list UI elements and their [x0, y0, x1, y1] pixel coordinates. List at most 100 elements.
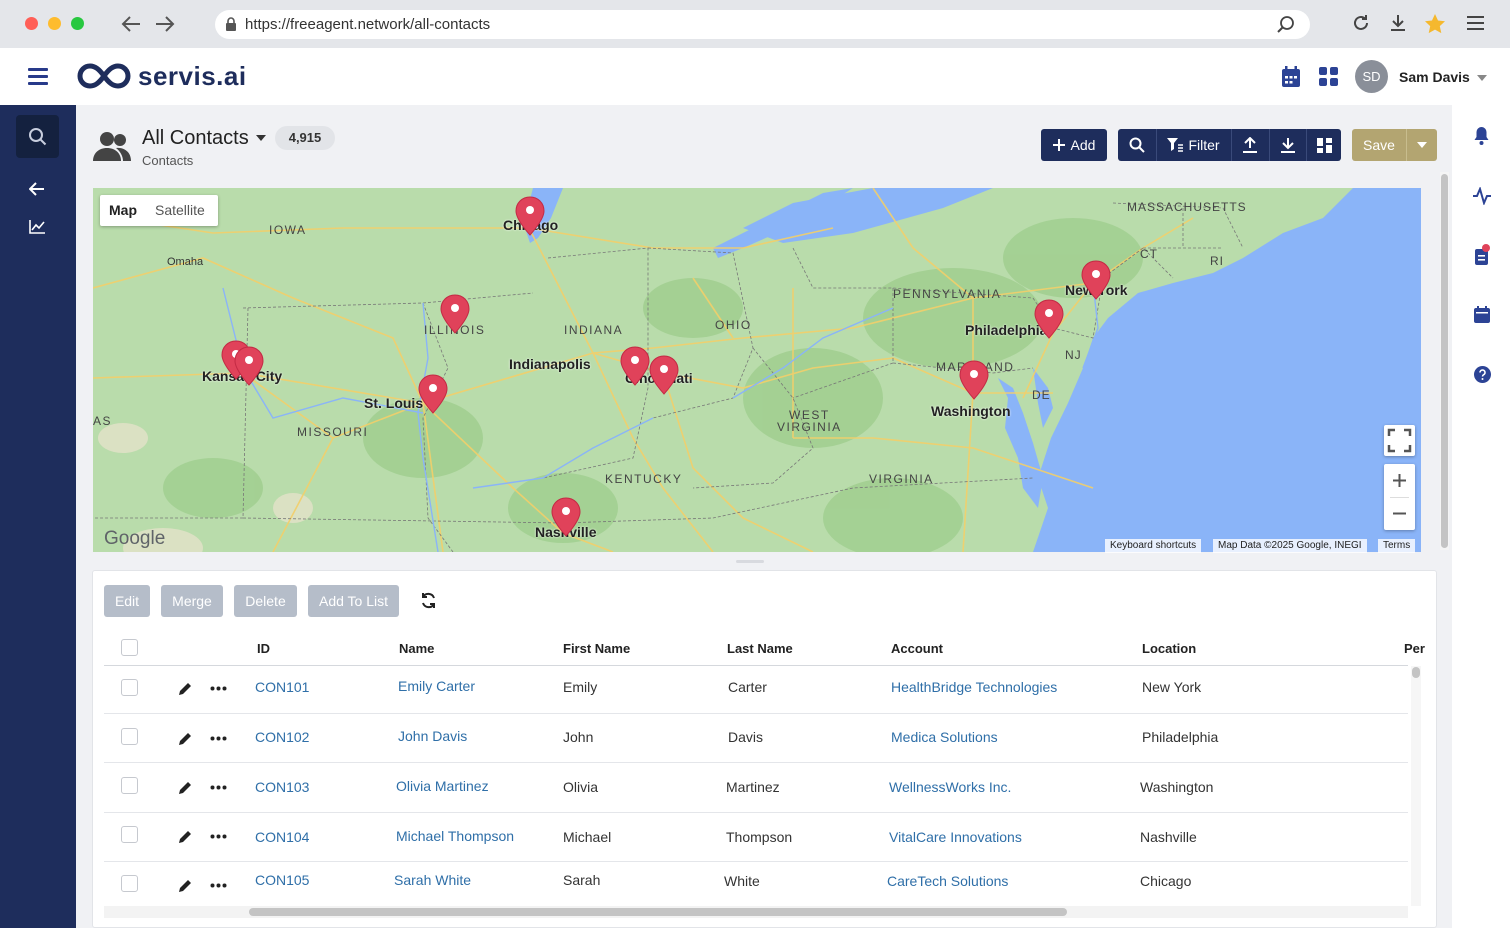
merge-button[interactable]: Merge: [161, 585, 223, 617]
browser-menu-icon[interactable]: [1467, 16, 1484, 30]
search-page-icon[interactable]: [1276, 15, 1296, 35]
resize-handle[interactable]: [736, 560, 764, 563]
refresh-icon[interactable]: [420, 592, 437, 609]
map-terms-link[interactable]: Terms: [1378, 539, 1416, 553]
column-header-per[interactable]: Per: [1404, 641, 1425, 656]
row-checkbox[interactable]: [121, 728, 138, 745]
map-pin-icon[interactable]: [440, 294, 470, 334]
apps-grid-icon[interactable]: [1319, 67, 1338, 86]
map-pin-icon[interactable]: [959, 360, 989, 400]
close-window-dot[interactable]: [25, 17, 38, 30]
pencil-edit-icon[interactable]: [178, 780, 193, 795]
column-header-last-name[interactable]: Last Name: [727, 641, 793, 656]
pencil-edit-icon[interactable]: [178, 681, 193, 696]
reload-icon[interactable]: [1351, 13, 1371, 33]
calendar-icon[interactable]: [1281, 66, 1301, 88]
map-pin-icon[interactable]: [1034, 299, 1064, 339]
user-avatar[interactable]: SD: [1355, 60, 1388, 93]
map-type-satellite-button[interactable]: Satellite: [155, 202, 205, 218]
maximize-window-dot[interactable]: [71, 17, 84, 30]
add-button[interactable]: Add: [1041, 129, 1107, 161]
delete-button[interactable]: Delete: [234, 585, 297, 617]
cell-id[interactable]: CON101: [255, 679, 309, 695]
save-button[interactable]: Save: [1352, 129, 1406, 161]
zoom-out-icon[interactable]: [1384, 497, 1415, 530]
edit-button[interactable]: Edit: [104, 585, 150, 617]
tasks-clipboard-icon[interactable]: [1474, 244, 1490, 266]
back-arrow-icon[interactable]: [120, 14, 142, 34]
filter-button[interactable]: Filter: [1156, 129, 1230, 161]
cell-id[interactable]: CON105: [255, 872, 309, 888]
star-icon[interactable]: [1424, 13, 1446, 35]
column-header-location[interactable]: Location: [1142, 641, 1196, 656]
minimize-window-dot[interactable]: [48, 17, 61, 30]
map-pin-icon[interactable]: [649, 355, 679, 395]
map-pin-icon[interactable]: [234, 346, 264, 386]
more-options-icon[interactable]: [210, 785, 227, 790]
map-pin-icon[interactable]: [620, 346, 650, 386]
forward-arrow-icon[interactable]: [154, 14, 176, 34]
map-type-map-button[interactable]: Map: [109, 202, 137, 218]
zoom-in-icon[interactable]: [1384, 464, 1415, 497]
user-name[interactable]: Sam Davis: [1399, 69, 1470, 85]
pencil-edit-icon[interactable]: [178, 878, 193, 893]
map-pin-icon[interactable]: [418, 374, 448, 414]
map-pin-icon[interactable]: [515, 196, 545, 236]
cell-account[interactable]: CareTech Solutions: [887, 873, 1008, 889]
page-scrollbar[interactable]: [1440, 172, 1449, 550]
cell-account[interactable]: HealthBridge Technologies: [891, 679, 1057, 695]
cell-name[interactable]: John Davis: [398, 728, 467, 744]
more-options-icon[interactable]: [210, 883, 227, 888]
address-bar[interactable]: https://freeagent.network/all-contacts: [215, 10, 1310, 39]
cell-name[interactable]: Emily Carter: [398, 678, 475, 694]
cell-account[interactable]: WellnessWorks Inc.: [889, 779, 1011, 795]
cell-name[interactable]: Olivia Martinez: [396, 778, 489, 794]
row-checkbox[interactable]: [121, 679, 138, 696]
layout-button[interactable]: [1306, 129, 1341, 161]
row-checkbox[interactable]: [121, 875, 138, 892]
column-header-name[interactable]: Name: [399, 641, 434, 656]
contacts-map[interactable]: IOWA Omaha Chicago ILLINOIS INDIANA OHIO…: [93, 188, 1421, 552]
column-header-first-name[interactable]: First Name: [563, 641, 630, 656]
pencil-edit-icon[interactable]: [178, 829, 193, 844]
save-options-button[interactable]: [1406, 129, 1437, 161]
cell-name[interactable]: Sarah White: [394, 872, 471, 888]
cell-account[interactable]: VitalCare Innovations: [889, 829, 1022, 845]
analytics-chart-icon[interactable]: [29, 219, 46, 234]
download-icon[interactable]: [1388, 13, 1408, 33]
row-checkbox[interactable]: [121, 826, 138, 843]
fullscreen-button[interactable]: [1384, 425, 1415, 456]
user-menu-caret-icon[interactable]: [1477, 75, 1487, 81]
more-options-icon[interactable]: [210, 834, 227, 839]
column-header-account[interactable]: Account: [891, 641, 943, 656]
cell-id[interactable]: CON102: [255, 729, 309, 745]
cell-id[interactable]: CON103: [255, 779, 309, 795]
keyboard-shortcuts-link[interactable]: Keyboard shortcuts: [1105, 539, 1202, 553]
sidebar-search-button[interactable]: [16, 115, 59, 158]
cell-id[interactable]: CON104: [255, 829, 309, 845]
view-switch-caret-icon[interactable]: [256, 135, 266, 141]
table-horizontal-scrollbar[interactable]: [104, 906, 1408, 918]
search-records-button[interactable]: [1118, 129, 1155, 161]
map-pin-icon[interactable]: [551, 497, 581, 537]
map-pin-icon[interactable]: [1081, 260, 1111, 300]
servis-logo[interactable]: servis.ai: [76, 60, 247, 92]
more-options-icon[interactable]: [210, 686, 227, 691]
calendar-small-icon[interactable]: [1474, 306, 1490, 323]
help-icon[interactable]: [1474, 366, 1491, 383]
bell-icon[interactable]: [1473, 126, 1490, 145]
pencil-edit-icon[interactable]: [178, 731, 193, 746]
main-menu-icon[interactable]: [28, 68, 48, 85]
select-all-checkbox[interactable]: [121, 639, 138, 656]
import-button[interactable]: [1231, 129, 1268, 161]
activity-pulse-icon[interactable]: [1472, 187, 1492, 205]
cell-account[interactable]: Medica Solutions: [891, 729, 998, 745]
row-checkbox[interactable]: [121, 777, 138, 794]
cell-name[interactable]: Michael Thompson: [396, 828, 514, 844]
column-header-id[interactable]: ID: [257, 641, 270, 656]
more-options-icon[interactable]: [210, 736, 227, 741]
table-vertical-scrollbar[interactable]: [1411, 666, 1421, 906]
page-title[interactable]: All Contacts: [142, 127, 249, 150]
export-button[interactable]: [1269, 129, 1306, 161]
back-icon[interactable]: [29, 182, 45, 196]
